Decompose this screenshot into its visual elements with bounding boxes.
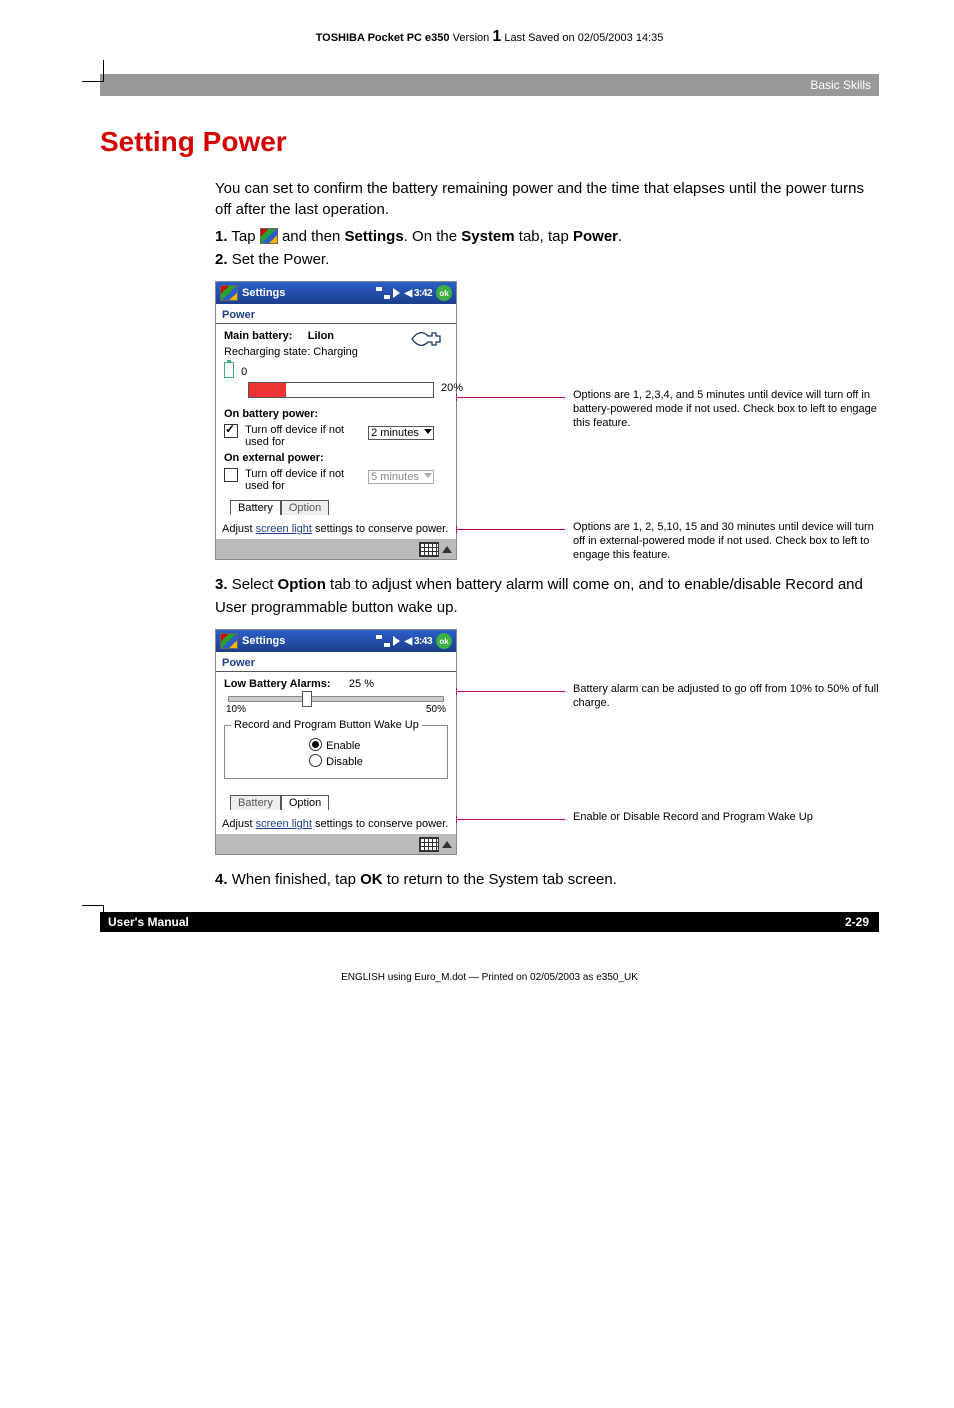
external-turnoff-label: Turn off device if not used for: [245, 468, 365, 492]
callout-battery-options: Options are 1, 2,3,4, and 5 minutes unti…: [573, 389, 883, 430]
connectivity-icon[interactable]: [376, 287, 390, 299]
low-battery-label: Low Battery Alarms:: [224, 678, 331, 690]
step-number: 2.: [215, 251, 228, 268]
callout-external-options: Options are 1, 2, 5,10, 15 and 30 minute…: [573, 521, 883, 562]
step-text: Power: [573, 228, 618, 245]
wakeup-legend: Record and Program Button Wake Up: [231, 719, 422, 731]
step-text: When finished, tap: [232, 871, 360, 888]
tab-option[interactable]: Option: [281, 795, 329, 810]
step-text: Select: [232, 576, 278, 593]
wakeup-groupbox: Record and Program Button Wake Up Enable…: [224, 725, 448, 779]
screen-light-link[interactable]: screen light: [256, 818, 312, 830]
step-text: Settings: [345, 228, 404, 245]
main-battery-label: Main battery:: [224, 330, 292, 342]
step-text: .: [618, 228, 622, 245]
print-footer: ENGLISH using Euro_M.dot — Printed on 02…: [100, 972, 879, 983]
titlebar-title: Settings: [242, 635, 374, 647]
external-turnoff-combo[interactable]: 5 minutes: [368, 470, 434, 484]
battery-zero: 0: [241, 366, 247, 378]
keyboard-icon[interactable]: [419, 542, 439, 557]
titlebar-time: ◀ 3:42: [405, 288, 432, 299]
start-icon[interactable]: [220, 285, 238, 301]
step-text: to return to the System tab screen.: [383, 871, 617, 888]
sip-up-icon[interactable]: [442, 841, 452, 848]
version-label: Version: [453, 32, 490, 44]
battery-turnoff-checkbox[interactable]: [224, 424, 238, 438]
radio-disable-label: Disable: [326, 756, 363, 768]
version-number: 1: [492, 28, 501, 45]
slider-tick-low: 10%: [226, 704, 246, 715]
screen-light-line: Adjust screen light settings to conserve…: [216, 519, 456, 539]
step-text: . On the: [404, 228, 462, 245]
ok-button[interactable]: ok: [436, 285, 452, 301]
slider-tick-high: 50%: [426, 704, 446, 715]
ok-button[interactable]: ok: [436, 633, 452, 649]
on-battery-label: On battery power:: [224, 408, 448, 420]
on-external-label: On external power:: [224, 452, 448, 464]
section-bar: Basic Skills: [100, 74, 879, 96]
step-text: Tap: [231, 228, 259, 245]
screenshot-power-battery: Settings ◀ 3:42 ok Power Main battery: L…: [215, 281, 457, 560]
step-number: 3.: [215, 576, 228, 593]
step-number: 1.: [215, 228, 228, 245]
radio-enable[interactable]: [309, 738, 322, 751]
external-turnoff-checkbox[interactable]: [224, 468, 238, 482]
start-icon[interactable]: [220, 633, 238, 649]
battery-turnoff-label: Turn off device if not used for: [245, 424, 365, 448]
plug-icon: [410, 330, 442, 348]
battery-bar: 20%: [248, 382, 434, 398]
step-text: OK: [360, 871, 383, 888]
step-text: Set the Power.: [232, 251, 330, 268]
footer-page-number: 2-29: [835, 912, 879, 932]
battery-icon: [224, 362, 234, 378]
page-title: Setting Power: [100, 126, 879, 158]
low-battery-slider[interactable]: [228, 696, 444, 702]
step-2: 2. Set the Power.: [215, 249, 879, 272]
speaker-icon[interactable]: [393, 288, 400, 298]
step-text: tab, tap: [515, 228, 573, 245]
keyboard-icon[interactable]: [419, 837, 439, 852]
tab-option[interactable]: Option: [281, 500, 329, 515]
intro-paragraph: You can set to confirm the battery remai…: [215, 178, 879, 220]
step-1: 1. Tap and then Settings. On the System …: [215, 226, 879, 249]
screen-light-link[interactable]: screen light: [256, 523, 312, 535]
radio-enable-label: Enable: [326, 740, 360, 752]
app-title: Power: [216, 304, 456, 323]
tab-battery[interactable]: Battery: [230, 500, 281, 515]
page-footer-bar: User's Manual 2-29: [100, 912, 879, 932]
titlebar: Settings ◀ 3:42 ok: [216, 282, 456, 304]
breadcrumb: Basic Skills: [810, 78, 871, 92]
speaker-icon[interactable]: [393, 636, 400, 646]
app-title: Power: [216, 652, 456, 671]
titlebar-time: ◀ 3:43: [405, 636, 432, 647]
screen-light-line: Adjust screen light settings to conserve…: [216, 814, 456, 834]
titlebar: Settings ◀ 3:43 ok: [216, 630, 456, 652]
tab-battery[interactable]: Battery: [230, 795, 281, 810]
sip-up-icon[interactable]: [442, 546, 452, 553]
step-number: 4.: [215, 871, 228, 888]
callout-battery-alarm: Battery alarm can be adjusted to go off …: [573, 683, 883, 711]
step-4: 4. When finished, tap OK to return to th…: [215, 869, 879, 892]
low-battery-value: 25 %: [349, 678, 374, 690]
battery-turnoff-combo[interactable]: 2 minutes: [368, 426, 434, 440]
step-text: Option: [278, 576, 326, 593]
saved-timestamp: Last Saved on 02/05/2003 14:35: [504, 32, 663, 44]
footer-left: User's Manual: [100, 912, 835, 932]
callout-wakeup: Enable or Disable Record and Program Wak…: [573, 811, 883, 825]
product-name: TOSHIBA Pocket PC e350: [316, 32, 450, 44]
step-3: 3. Select Option tab to adjust when batt…: [215, 574, 879, 619]
screenshot-power-option: Settings ◀ 3:43 ok Power Low Battery Ala…: [215, 629, 457, 855]
main-battery-type: LiIon: [308, 330, 334, 342]
titlebar-title: Settings: [242, 287, 374, 299]
step-text: System: [461, 228, 514, 245]
start-icon: [260, 228, 278, 244]
step-text: and then: [278, 228, 345, 245]
radio-disable[interactable]: [309, 754, 322, 767]
connectivity-icon[interactable]: [376, 635, 390, 647]
running-header: TOSHIBA Pocket PC e350 Version 1 Last Sa…: [100, 28, 879, 46]
